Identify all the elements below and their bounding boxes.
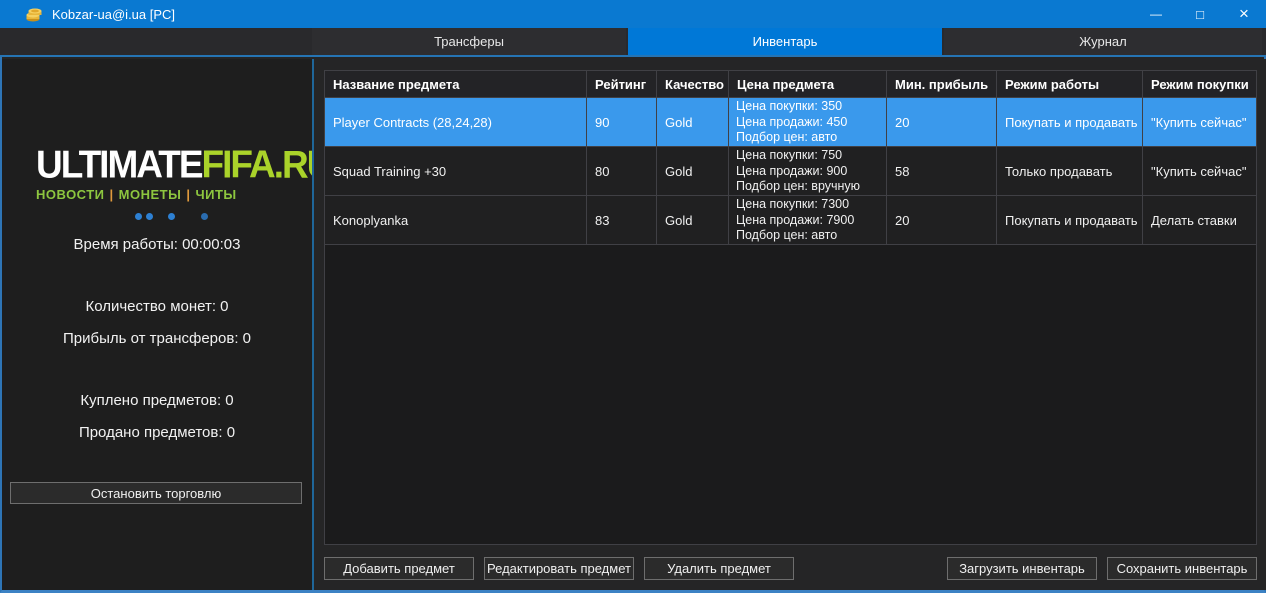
buy-price-line: Цена покупки: 750	[736, 148, 886, 164]
column-header-item-name[interactable]: Название предмета	[325, 71, 587, 97]
rating-cell: 83	[587, 196, 657, 244]
window-controls: — □ ×	[1134, 0, 1266, 28]
loading-dots	[135, 212, 306, 220]
quality-cell: Gold	[657, 196, 729, 244]
tab-inventory[interactable]: Инвентарь	[628, 28, 942, 55]
sidebar: ULTIMATEFIFA.RU НОВОСТИ | МОНЕТЫ | ЧИТЫ Врем…	[2, 59, 312, 590]
table-row[interactable]: Konoplyanka 83 Gold Цена покупки: 7300 Ц…	[325, 196, 1256, 245]
item-name-cell: Konoplyanka	[325, 196, 587, 244]
tagline-pipe: |	[186, 187, 190, 202]
buy-mode-cell: Делать ставки	[1143, 196, 1256, 244]
window-title: Kobzar-ua@i.ua [PC]	[52, 7, 175, 22]
column-header-min-profit[interactable]: Мин. прибыль	[887, 71, 997, 97]
buy-price-line: Цена покупки: 350	[736, 99, 886, 115]
work-mode-cell: Покупать и продавать	[997, 196, 1143, 244]
items-sold-stat: Продано предметов: 0	[2, 423, 312, 443]
min-profit-cell: 20	[887, 98, 997, 146]
quality-cell: Gold	[657, 147, 729, 195]
brand-tagline: НОВОСТИ | МОНЕТЫ | ЧИТЫ	[36, 187, 306, 202]
brand-logo-white: ULTIMATE	[36, 143, 202, 186]
tab-strip: Трансферы Инвентарь Журнал	[0, 28, 1266, 57]
rating-cell: 80	[587, 147, 657, 195]
titlebar: Kobzar-ua@i.ua [PC] — □ ×	[0, 0, 1266, 28]
app-window: Kobzar-ua@i.ua [PC] — □ × Трансферы Инве…	[0, 0, 1266, 593]
table-empty-area	[325, 245, 1256, 544]
work-mode-cell: Покупать и продавать	[997, 98, 1143, 146]
tab-transfers[interactable]: Трансферы	[312, 28, 626, 55]
coins-count-stat: Количество монет: 0	[2, 297, 312, 317]
rating-cell: 90	[587, 98, 657, 146]
items-bought-stat: Куплено предметов: 0	[2, 391, 312, 411]
dot-icon	[146, 213, 153, 220]
table-row[interactable]: Squad Training +30 80 Gold Цена покупки:…	[325, 147, 1256, 196]
inventory-table: Название предмета Рейтинг Качество Цена …	[324, 70, 1257, 545]
tagline-cheats: ЧИТЫ	[195, 187, 236, 202]
price-cell: Цена покупки: 750 Цена продажи: 900 Подб…	[729, 147, 887, 195]
tagline-coins: МОНЕТЫ	[119, 187, 182, 202]
load-inventory-button[interactable]: Загрузить инвентарь	[947, 557, 1097, 580]
buy-price-line: Цена покупки: 7300	[736, 197, 886, 213]
quality-cell: Gold	[657, 98, 729, 146]
add-item-button[interactable]: Добавить предмет	[324, 557, 474, 580]
stop-trading-button[interactable]: Остановить торговлю	[10, 482, 302, 504]
edit-item-button[interactable]: Редактировать предмет	[484, 557, 634, 580]
column-header-buy-mode[interactable]: Режим покупки	[1143, 71, 1256, 97]
close-button[interactable]: ×	[1222, 0, 1266, 28]
column-header-quality[interactable]: Качество	[657, 71, 729, 97]
tagline-pipe: |	[110, 187, 114, 202]
tab-journal[interactable]: Журнал	[944, 28, 1262, 55]
price-pick-line: Подбор цен: вручную	[736, 179, 886, 195]
buy-mode-cell: "Купить сейчас"	[1143, 147, 1256, 195]
delete-item-button[interactable]: Удалить предмет	[644, 557, 794, 580]
column-header-item-price[interactable]: Цена предмета	[729, 71, 887, 97]
minimize-button[interactable]: —	[1134, 0, 1178, 28]
min-profit-cell: 20	[887, 196, 997, 244]
column-header-work-mode[interactable]: Режим работы	[997, 71, 1143, 97]
sell-price-line: Цена продажи: 900	[736, 164, 886, 180]
price-pick-line: Подбор цен: авто	[736, 130, 886, 146]
transfer-profit-stat: Прибыль от трансферов: 0	[2, 329, 312, 349]
column-header-rating[interactable]: Рейтинг	[587, 71, 657, 97]
ultimatefifa-banner[interactable]: ULTIMATEFIFA.RU НОВОСТИ | МОНЕТЫ | ЧИТЫ	[36, 143, 306, 220]
table-header-row: Название предмета Рейтинг Качество Цена …	[325, 71, 1256, 98]
dot-icon	[135, 213, 142, 220]
work-mode-cell: Только продавать	[997, 147, 1143, 195]
tagline-news: НОВОСТИ	[36, 187, 105, 202]
min-profit-cell: 58	[887, 147, 997, 195]
coins-icon	[26, 6, 43, 22]
inventory-panel: Название предмета Рейтинг Качество Цена …	[312, 59, 1266, 590]
buy-mode-cell: "Купить сейчас"	[1143, 98, 1256, 146]
sell-price-line: Цена продажи: 450	[736, 115, 886, 131]
price-pick-line: Подбор цен: авто	[736, 228, 886, 244]
save-inventory-button[interactable]: Сохранить инвентарь	[1107, 557, 1257, 580]
brand-logo: ULTIMATEFIFA.RU	[36, 143, 306, 187]
price-cell: Цена покупки: 350 Цена продажи: 450 Подб…	[729, 98, 887, 146]
maximize-button[interactable]: □	[1178, 0, 1222, 28]
table-row[interactable]: Player Contracts (28,24,28) 90 Gold Цена…	[325, 98, 1256, 147]
item-name-cell: Player Contracts (28,24,28)	[325, 98, 587, 146]
item-name-cell: Squad Training +30	[325, 147, 587, 195]
price-cell: Цена покупки: 7300 Цена продажи: 7900 По…	[729, 196, 887, 244]
dot-icon	[201, 213, 208, 220]
uptime-stat: Время работы: 00:00:03	[2, 235, 312, 255]
dot-icon	[168, 213, 175, 220]
sell-price-line: Цена продажи: 7900	[736, 213, 886, 229]
